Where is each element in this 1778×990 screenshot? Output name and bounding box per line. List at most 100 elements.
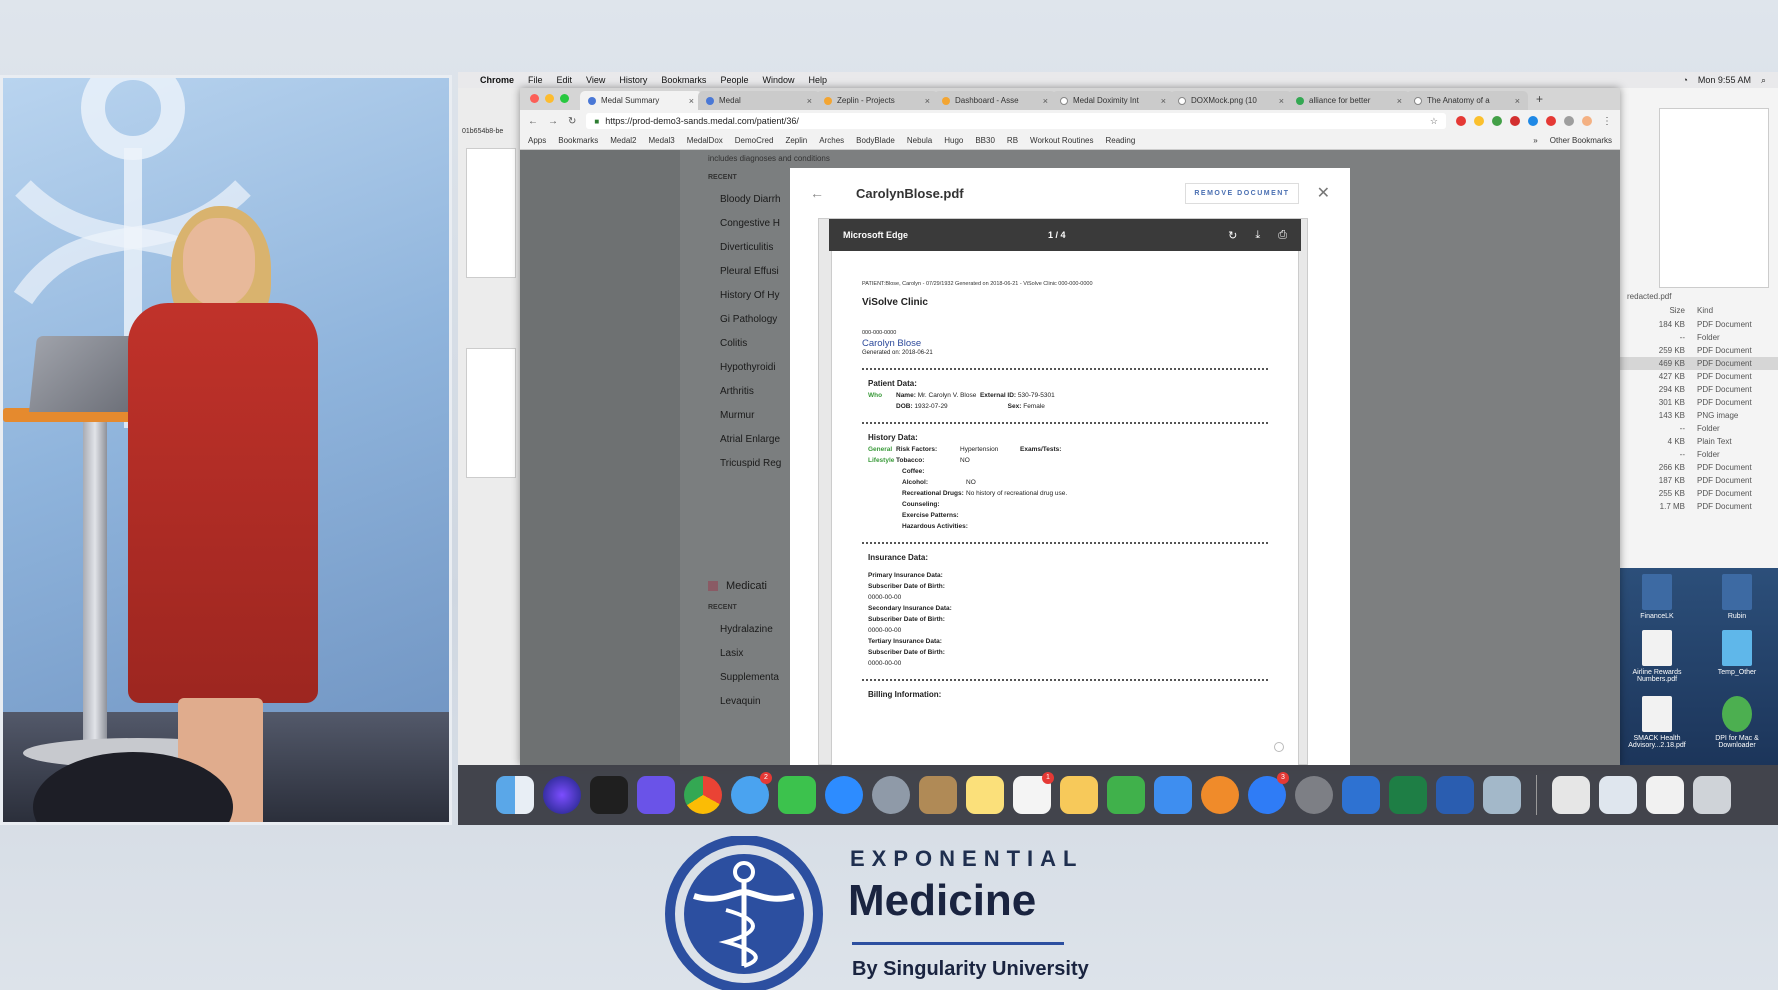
zoom-icon[interactable] (825, 776, 863, 814)
maximize-window-button[interactable] (560, 94, 569, 103)
finder-row[interactable]: 143 KB PNG image (1619, 409, 1778, 422)
extension-icon[interactable] (1492, 116, 1502, 126)
condition-item[interactable]: Gi Pathology (720, 314, 777, 325)
bookmarks-overflow[interactable]: » (1533, 136, 1537, 145)
menu-chrome[interactable]: Chrome (480, 75, 514, 85)
tab-medal[interactable]: Medal × (698, 91, 820, 110)
bookmark-apps[interactable]: Apps (528, 136, 546, 145)
finder-row[interactable]: 259 KB PDF Document (1619, 344, 1778, 357)
extension-icon[interactable] (1474, 116, 1484, 126)
finder-row[interactable]: 427 KB PDF Document (1619, 370, 1778, 383)
menu-file[interactable]: File (528, 75, 543, 85)
finder-row[interactable]: 1.7 MB PDF Document (1619, 500, 1778, 513)
close-tab-icon[interactable]: × (1161, 96, 1166, 106)
screenshots-stack-icon[interactable] (1599, 776, 1637, 814)
excel-icon[interactable] (1389, 776, 1427, 814)
bookmark-other[interactable]: Other Bookmarks (1550, 136, 1612, 145)
bookmark-hugo[interactable]: Hugo (944, 136, 963, 145)
bookmark-medaldox[interactable]: MedalDox (687, 136, 723, 145)
finder-icon[interactable] (496, 776, 534, 814)
condition-item[interactable]: Colitis (720, 338, 747, 349)
bookmark-medal2[interactable]: Medal2 (610, 136, 636, 145)
close-tab-icon[interactable]: × (689, 96, 694, 106)
tab-doxmock[interactable]: DOXMock.png (10 × (1170, 91, 1292, 110)
close-tab-icon[interactable]: × (1515, 96, 1520, 106)
medication-item[interactable]: Levaquin (720, 696, 761, 707)
star-icon[interactable]: ☆ (1430, 116, 1438, 127)
finder-row[interactable]: -- Folder (1619, 331, 1778, 344)
condition-item[interactable]: Bloody Diarrh (720, 194, 781, 205)
close-window-button[interactable] (530, 94, 539, 103)
reminders-icon[interactable]: 1 (1013, 772, 1054, 814)
extension-icon[interactable] (1510, 116, 1520, 126)
finder-row[interactable]: -- Folder (1619, 448, 1778, 461)
downloads-stack-icon[interactable] (1646, 776, 1684, 814)
condition-item[interactable]: Pleural Effusi (720, 266, 779, 277)
pages-icon[interactable] (1060, 776, 1098, 814)
condition-item[interactable]: Tricuspid Reg (720, 458, 781, 469)
scroll-handle-icon[interactable] (1274, 742, 1284, 752)
close-tab-icon[interactable]: × (807, 96, 812, 106)
close-tab-icon[interactable]: × (1397, 96, 1402, 106)
url-text[interactable]: https://prod-demo3-sands.medal.com/patie… (605, 116, 799, 126)
tab-zeplin[interactable]: Zeplin - Projects × (816, 91, 938, 110)
bookmark-bookmarks[interactable]: Bookmarks (558, 136, 598, 145)
close-tab-icon[interactable]: × (1279, 96, 1284, 106)
download-icon[interactable]: ⤓ (1255, 229, 1260, 242)
condition-item[interactable]: Congestive H (720, 218, 780, 229)
menu-history[interactable]: History (619, 75, 647, 85)
medication-item[interactable]: Supplementa (720, 672, 779, 683)
system-preferences-icon[interactable] (1295, 776, 1333, 814)
tab-dashboard[interactable]: Dashboard - Asse × (934, 91, 1056, 110)
close-tab-icon[interactable]: × (1043, 96, 1048, 106)
medication-item[interactable]: Hydralazine (720, 624, 773, 635)
condition-item[interactable]: Atrial Enlarge (720, 434, 780, 445)
reload-icon[interactable]: ↻ (568, 116, 576, 127)
tab-medal-summary[interactable]: Medal Summary × (580, 91, 702, 110)
minimize-window-button[interactable] (545, 94, 554, 103)
extension-icon[interactable] (1456, 116, 1466, 126)
preview-icon[interactable] (1483, 776, 1521, 814)
finder-row[interactable]: 469 KB PDF Document (1619, 357, 1778, 370)
extension-icon[interactable] (1528, 116, 1538, 126)
bookmark-bb30[interactable]: BB30 (975, 136, 995, 145)
rotate-icon[interactable]: ↻ (1228, 229, 1237, 242)
finder-row[interactable]: 255 KB PDF Document (1619, 487, 1778, 500)
extension-icon[interactable] (1564, 116, 1574, 126)
trash-icon[interactable] (1693, 776, 1731, 814)
extension-icon[interactable] (1546, 116, 1556, 126)
app-store-icon[interactable]: 3 (1248, 772, 1289, 814)
finder-row[interactable]: 301 KB PDF Document (1619, 396, 1778, 409)
print-icon[interactable]: ⎙ (1278, 229, 1287, 242)
condition-item[interactable]: Hypothyroidi (720, 362, 776, 373)
bookmark-reading[interactable]: Reading (1105, 136, 1135, 145)
finder-row[interactable]: 4 KB Plain Text (1619, 435, 1778, 448)
ibooks-icon[interactable] (1201, 776, 1239, 814)
search-icon[interactable]: ⌕ (1761, 75, 1766, 86)
desktop-icon[interactable]: DPI for Mac & Downloader (1702, 696, 1772, 749)
document-thumbnail[interactable] (466, 348, 516, 478)
contacts-icon[interactable] (919, 776, 957, 814)
bookmark-zeplin[interactable]: Zeplin (785, 136, 807, 145)
finder-row[interactable]: 266 KB PDF Document (1619, 461, 1778, 474)
condition-item[interactable]: Diverticulitis (720, 242, 773, 253)
bookmark-arches[interactable]: Arches (819, 136, 844, 145)
menu-bookmarks[interactable]: Bookmarks (661, 75, 706, 85)
finder-row[interactable]: -- Folder (1619, 422, 1778, 435)
numbers-icon[interactable] (1107, 776, 1145, 814)
tab-medal-doximity[interactable]: Medal Doximity Int × (1052, 91, 1174, 110)
menu-dots-icon[interactable]: ⋮ (1602, 116, 1612, 127)
desktop-icon[interactable]: Airline Rewards Numbers.pdf (1622, 630, 1692, 683)
messages-icon[interactable]: 2 (731, 772, 772, 814)
sublime-icon[interactable] (590, 776, 628, 814)
column-kind[interactable]: Kind (1697, 306, 1713, 315)
back-icon[interactable]: ← (528, 116, 538, 127)
remove-document-button[interactable]: REMOVE DOCUMENT (1185, 182, 1299, 204)
facetime-icon[interactable] (778, 776, 816, 814)
bookmark-rb[interactable]: RB (1007, 136, 1018, 145)
wifi-icon[interactable]: ◔ (1682, 75, 1687, 86)
menu-window[interactable]: Window (762, 75, 794, 85)
medication-item[interactable]: Lasix (720, 648, 743, 659)
keynote-icon[interactable] (1154, 776, 1192, 814)
bookmark-workout[interactable]: Workout Routines (1030, 136, 1093, 145)
